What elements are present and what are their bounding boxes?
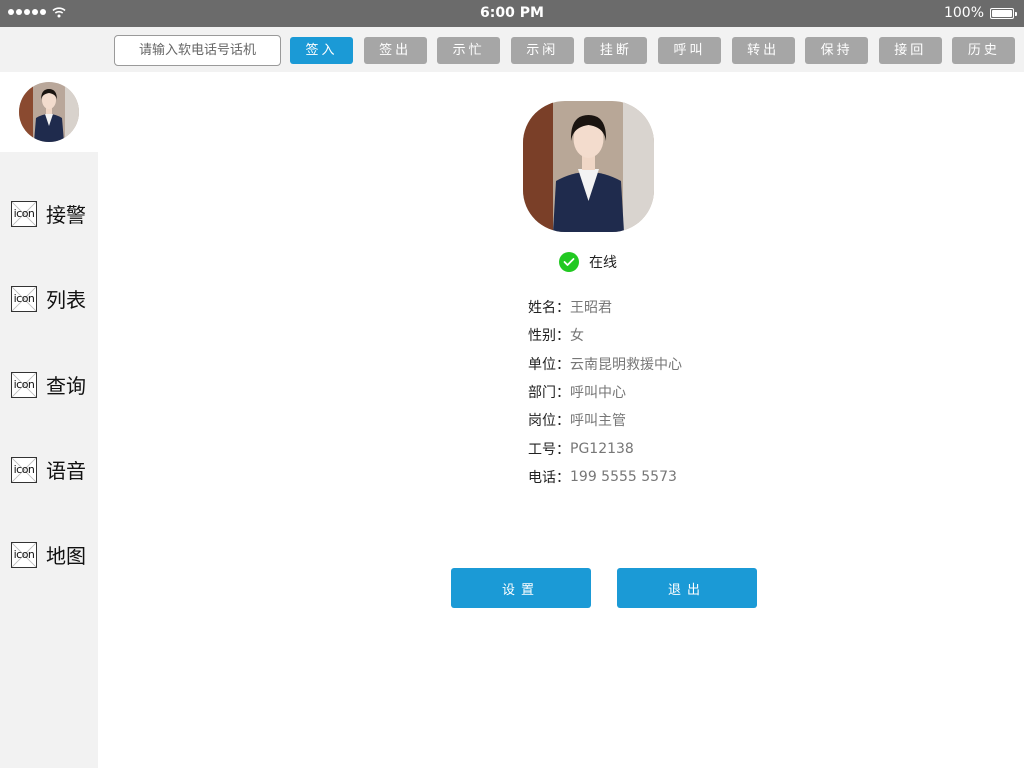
transfer-button[interactable]: 转出: [731, 37, 795, 64]
sidebar-item-alarm[interactable]: icon 接警: [0, 195, 98, 235]
info-label: 工号：: [528, 441, 570, 458]
sidebar-item-label: 查询: [46, 373, 86, 398]
info-value: 199 5555 5573: [570, 468, 677, 485]
placeholder-icon: icon: [11, 371, 37, 398]
sidebar-icon-text: icon: [13, 377, 35, 391]
battery-icon: [990, 7, 1017, 19]
history-button[interactable]: 历史: [952, 37, 1016, 64]
online-status-text: 在线: [589, 255, 617, 271]
status-bar: 6:00 PM 100%: [0, 0, 1024, 27]
hang-up-button[interactable]: 挂断: [584, 37, 648, 64]
info-row: 部门： 呼叫中心: [528, 378, 682, 406]
info-label: 部门：: [528, 385, 570, 402]
retrieve-button[interactable]: 接回: [878, 37, 942, 64]
sidebar-item-map[interactable]: icon 地图: [0, 536, 98, 576]
sidebar-item-search[interactable]: icon 查询: [0, 366, 98, 406]
hold-button[interactable]: 保持: [805, 37, 869, 64]
info-value: 呼叫主管: [570, 413, 626, 430]
sidebar-avatar-area: [0, 72, 98, 152]
status-time: 6:00 PM: [480, 5, 544, 21]
profile-info-list: 姓名： 王昭君 性别：女单位： 云南昆明救援中心 部门： 呼叫中心 岗位： 呼叫主管 工号： PG…: [528, 293, 682, 491]
info-label: 岗位：: [528, 413, 570, 430]
call-button[interactable]: 呼叫: [658, 37, 721, 64]
sidebar-icon-text: icon: [13, 207, 35, 220]
sidebar: icon 接警 icon 列表 icon 查询 icon 语音 icon 地图: [0, 72, 98, 768]
toolbar: 签入签出示忙示闲挂断呼叫转出保持接回历史: [0, 27, 1024, 72]
sidebar-item-list[interactable]: icon 列表: [0, 280, 98, 320]
sidebar-item-label: 接警: [46, 203, 86, 227]
battery-fill: [992, 9, 1012, 17]
avatar-image: [19, 82, 79, 142]
sidebar-item-label: 语音: [46, 458, 86, 483]
info-value: 云南昆明救援中心: [570, 356, 682, 373]
info-row: 岗位： 呼叫主管: [528, 406, 682, 434]
info-row: 工号： PG12138: [528, 434, 682, 462]
sign-out-button[interactable]: 签出: [363, 37, 427, 64]
sidebar-item-label: 地图: [46, 544, 86, 569]
sidebar-icon-text: icon: [13, 462, 35, 476]
sidebar-icon-text: icon: [13, 548, 35, 562]
battery-percent: 100%: [943, 5, 984, 21]
info-row: 电话： 199 5555 5573: [528, 463, 682, 491]
busy-button[interactable]: 示忙: [437, 37, 501, 64]
info-label: 性别：: [528, 328, 570, 345]
info-label: 单位：: [528, 356, 570, 373]
logout-button[interactable]: 退出: [617, 568, 757, 608]
info-row: 单位： 云南昆明救援中心: [528, 350, 682, 378]
sidebar-item-voice[interactable]: icon 语音: [0, 451, 98, 491]
info-value: 呼叫中心: [570, 385, 626, 402]
profile-photo: [523, 101, 654, 232]
check-icon: [559, 252, 579, 272]
sidebar-item-label: 列表: [46, 288, 86, 313]
info-label: 电话：: [528, 469, 570, 486]
info-value: 女: [570, 328, 584, 345]
info-label: 姓名：: [528, 300, 570, 317]
phone-number-input[interactable]: [114, 35, 281, 66]
placeholder-icon: icon: [11, 286, 37, 313]
status-right: 100%: [943, 5, 1017, 21]
info-value: 王昭君: [570, 300, 612, 317]
online-status: 在线: [559, 251, 617, 273]
info-row: 姓名： 王昭君: [528, 293, 682, 321]
placeholder-icon: icon: [11, 542, 37, 569]
settings-button[interactable]: 设置: [451, 568, 591, 608]
placeholder-icon: icon: [11, 201, 37, 227]
info-value: PG12138: [570, 440, 634, 457]
idle-button[interactable]: 示闲: [510, 37, 574, 64]
info-row: 性别：女: [528, 321, 682, 349]
profile-photo-image: [523, 101, 654, 232]
sidebar-icon-text: icon: [13, 292, 35, 306]
placeholder-icon: icon: [11, 456, 37, 483]
avatar[interactable]: [19, 82, 79, 142]
sign-in-button[interactable]: 签入: [290, 37, 353, 64]
